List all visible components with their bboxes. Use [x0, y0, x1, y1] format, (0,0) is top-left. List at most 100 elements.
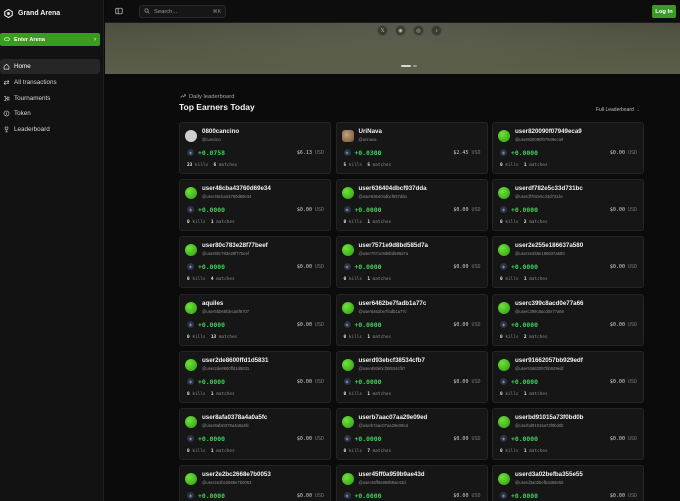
- token-coin-icon: ◈: [343, 320, 351, 328]
- player-handle: @user7571e9d8bd585d7a: [358, 251, 409, 257]
- leaderboard-card[interactable]: user91662057bb929edf @user91662057bb929ed…: [492, 350, 644, 403]
- matches-label: matches: [529, 277, 548, 283]
- login-button[interactable]: Log In: [652, 5, 676, 18]
- leaderboard-card[interactable]: userb7aac07aa29e09ed @userb7aac07aa29e09e…: [335, 408, 488, 460]
- matches-count: 1: [210, 449, 214, 454]
- kills-label: kills: [192, 220, 206, 226]
- currency-label: USD: [314, 493, 324, 500]
- player-name: user7571e9d8bd585d7a: [358, 242, 428, 250]
- usd-amount: $0.00: [296, 378, 312, 385]
- leaderboard-card[interactable]: user636404dbcf937dda @user636404dbcf937dd…: [335, 179, 488, 232]
- token-coin-icon: ◈: [500, 320, 507, 328]
- token-coin-icon: ◈: [343, 149, 351, 156]
- sidebar-item-all-transactions[interactable]: All transactions: [0, 75, 100, 90]
- leaderboard-card[interactable]: user2e2bc2668e7b0053 @user2e2bc2668e7b005…: [179, 465, 331, 501]
- sidebar-item-leaderboard[interactable]: Leaderboard: [0, 122, 100, 137]
- matches-count: 1: [367, 220, 370, 226]
- earnings-token: +0.0000: [354, 263, 382, 272]
- home-icon: [3, 63, 10, 70]
- earnings-token: +0.0000: [198, 206, 225, 215]
- player-handle: @urinava: [358, 137, 377, 142]
- earnings-token: +0.0000: [354, 377, 382, 386]
- currency-label: USD: [314, 378, 324, 385]
- leaderboard-card[interactable]: userdf782e5c33d731bc @userdf782e5c33d731b…: [492, 179, 644, 232]
- kills-label: kills: [194, 163, 209, 168]
- token-coin-icon: ◈: [187, 263, 194, 271]
- earnings-usd: $0.00 USD: [610, 379, 637, 385]
- leaderboard-card[interactable]: user2de8600ffd1d5831 @user2de8600ffd1d583…: [179, 350, 331, 403]
- avatar: [498, 130, 510, 142]
- leaderboard-card[interactable]: user80c783e28f77beef @user80c783e28f77bee…: [179, 236, 331, 289]
- usd-amount: $0.00: [453, 493, 469, 500]
- sidebar-item-tournaments[interactable]: Tournaments: [0, 91, 100, 106]
- kills-count: 0: [500, 220, 503, 226]
- avatar: [185, 301, 197, 314]
- currency-label: USD: [471, 207, 481, 214]
- player-handle: @user45ff0a959b9ae43d: [358, 480, 406, 486]
- carousel-dot-active[interactable]: [401, 65, 411, 67]
- player-stats: 0 kills 1 matches: [500, 277, 548, 282]
- leaderboard-card[interactable]: userbd91015a73f0bd0b @userbd91015a73f0bd0…: [492, 408, 644, 460]
- matches-label: matches: [372, 449, 392, 454]
- player-handle: @user6462be7fadb1a77c: [358, 308, 407, 314]
- instagram-icon[interactable]: ◎: [413, 25, 424, 36]
- token-coin-icon: ◈: [187, 435, 194, 442]
- gamepad-icon: [4, 36, 10, 44]
- sidebar-item-token[interactable]: Token: [0, 106, 100, 121]
- player-name: 0800cancino: [202, 128, 240, 135]
- sidebar-item-home[interactable]: Home: [0, 59, 100, 74]
- enter-arena-button[interactable]: Enter Arena ›: [0, 33, 100, 46]
- full-leaderboard-link[interactable]: Full Leaderboard →: [596, 107, 640, 113]
- token-coin-icon: ◈: [500, 206, 507, 214]
- player-name: UriNava: [358, 128, 382, 135]
- leaderboard-card[interactable]: userd3a02befba355e55 @userd3a02befba355e5…: [492, 465, 644, 501]
- leaderboard-card[interactable]: aquiles @user5bb68fdeca6f6707 ◈ +0.0000 $0.0…: [179, 293, 331, 346]
- kills-label: kills: [348, 334, 363, 340]
- matches-label: matches: [218, 334, 238, 340]
- matches-label: matches: [216, 449, 235, 454]
- tiktok-icon[interactable]: ♪: [431, 25, 442, 36]
- token-coin-icon: ◈: [187, 377, 194, 385]
- earnings-usd: $6.13 USD: [297, 150, 324, 156]
- leaderboard-card[interactable]: 0800cancino @cancino ◈ +0.0758 $6.13 USD 23 ki…: [179, 122, 331, 174]
- leaderboard-card[interactable]: userd93ebcf38534cfb7 @userd93ebcf38534cfb…: [335, 350, 488, 403]
- avatar: [341, 130, 354, 142]
- sidebar-item-label: All transactions: [14, 78, 57, 86]
- matches-count: 2: [523, 220, 527, 226]
- leaderboard-card[interactable]: user8afa0378a4a0a5fc @user8afa0378a4a0a5f…: [179, 408, 331, 460]
- usd-amount: $2.45: [453, 150, 469, 156]
- leaderboard-card[interactable]: user2e255e186637a580 @user2e255e186637a58…: [492, 236, 644, 289]
- kills-label: kills: [192, 391, 206, 397]
- brand-name: Grand Arena: [18, 10, 61, 17]
- leaderboard-card[interactable]: UriNava @urinava ◈ +0.0300 $2.45 USD 5 kills 5…: [335, 122, 488, 174]
- leaderboard-card[interactable]: userc399c8acd0e77a66 @userc399c8acd0e77a6…: [492, 293, 644, 346]
- player-name: user45ff0a959b9ae43d: [358, 471, 425, 479]
- sidebar-toggle-icon[interactable]: [115, 7, 123, 15]
- matches-label: matches: [372, 163, 392, 168]
- discord-icon[interactable]: ◉: [395, 25, 406, 36]
- leaderboard-card[interactable]: user45ff0a959b9ae43d @user45ff0a959b9ae43…: [335, 465, 488, 501]
- earnings-usd: $0.00 USD: [453, 322, 480, 328]
- avatar: [341, 358, 354, 371]
- kills-count: 0: [343, 449, 347, 454]
- earnings-token: +0.0000: [198, 377, 225, 386]
- brand[interactable]: Grand Arena: [4, 9, 60, 18]
- carousel-dot[interactable]: [413, 65, 417, 67]
- player-handle: @userbd91015a73f0bd0b: [515, 423, 564, 428]
- leaderboard-card[interactable]: user7571e9d8bd585d7a @user7571e9d8bd585d7…: [335, 236, 488, 289]
- tournament-icon: [4, 95, 10, 101]
- player-handle: @user8afa0378a4a0a5fc: [202, 423, 250, 428]
- kills-label: kills: [348, 220, 363, 226]
- search-input[interactable]: Search... ⌘K: [139, 5, 226, 18]
- player-handle: @user2e255e186637a580: [515, 251, 565, 257]
- x-icon[interactable]: 𝕏: [377, 25, 388, 36]
- kills-count: 0: [343, 220, 347, 226]
- matches-count: 1: [523, 277, 527, 283]
- leaderboard-card[interactable]: user48cba43760d69e34 @user48cba43760d69e3…: [179, 179, 331, 232]
- player-name: user48cba43760d69e34: [202, 185, 271, 193]
- leaderboard-card[interactable]: user6462be7fadb1a77c @user6462be7fadb1a77…: [335, 293, 488, 346]
- leaderboard-card[interactable]: user820090f07949eca9 @user820090f07949eca…: [492, 122, 644, 174]
- sidebar: Grand Arena Enter Arena › Home All trans…: [0, 0, 104, 501]
- avatar: [341, 301, 354, 314]
- player-name: user2de8600ffd1d5831: [202, 356, 269, 364]
